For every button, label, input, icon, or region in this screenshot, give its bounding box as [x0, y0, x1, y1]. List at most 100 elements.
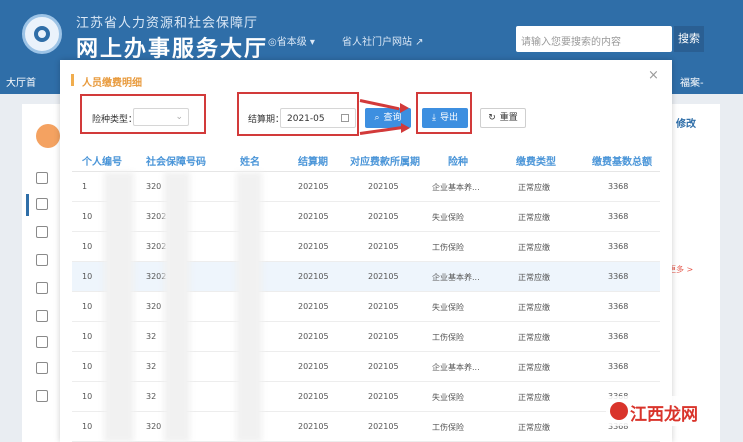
col-belong-period: 对应费款所属期: [350, 157, 420, 168]
download-icon: ⤓: [432, 113, 436, 123]
table-row[interactable]: 10 32 202105 202105 企业基本养... 正常应缴 3368: [72, 352, 660, 382]
col-settlement: 结算期: [298, 157, 328, 168]
table-cell-ssn: 32: [146, 362, 157, 371]
watermark: 江西龙网: [606, 396, 716, 426]
edit-link[interactable]: 修改: [676, 115, 696, 130]
table-cell-pay-type: 正常应缴: [518, 273, 550, 282]
nav-item-home[interactable]: 大厅首: [6, 74, 36, 89]
table-cell-ssn: 32: [146, 332, 157, 341]
portal-link[interactable]: 省人社门户网站 ↗: [342, 33, 424, 48]
table-cell-base: 3368: [608, 362, 629, 371]
calendar-icon: [341, 114, 349, 122]
table-cell-period: 202105: [298, 212, 329, 221]
search-button[interactable]: 搜索: [674, 26, 704, 52]
table-cell-belong: 202105: [368, 392, 399, 401]
table-cell-type: 企业基本养...: [432, 363, 480, 372]
table-cell-id: 10: [82, 272, 93, 281]
table-cell-id: 10: [82, 242, 93, 251]
table-cell-id: 10: [82, 422, 93, 431]
search-placeholder: 请输入您要搜索的内容: [521, 37, 621, 48]
payment-detail-modal: 人员缴费明细 × 险种类型： ⌄ 结算期： 2021-05 ⌕ 查询 ⤓ 导出 ↻ 重…: [60, 60, 672, 442]
refresh-icon: ↻: [488, 113, 496, 123]
watermark-text: 江西龙网: [630, 405, 698, 425]
settings-icon[interactable]: [36, 390, 48, 402]
settlement-period-input[interactable]: 2021-05: [280, 108, 356, 128]
table-row[interactable]: 1 320 202105 202105 企业基本养... 正常应缴 3368: [72, 172, 660, 202]
table-cell-ssn: 32: [146, 392, 157, 401]
modal-title: 人员缴费明细: [82, 78, 142, 89]
table-cell-base: 3368: [608, 242, 629, 251]
home-icon[interactable]: [36, 172, 48, 184]
table-cell-pay-type: 正常应缴: [518, 363, 550, 372]
col-base-total: 缴费基数总额: [592, 157, 652, 168]
table-cell-id: 10: [82, 302, 93, 311]
col-person-id: 个人编号: [82, 157, 122, 168]
table-cell-belong: 202105: [368, 182, 399, 191]
nav-item-last[interactable]: 福案-: [680, 74, 704, 89]
shield-icon[interactable]: [36, 226, 48, 238]
table-cell-type: 工伤保险: [432, 423, 464, 432]
region-selector[interactable]: ◎省本级 ▾: [268, 33, 315, 48]
site-title: 网上办事服务大厅: [76, 37, 269, 62]
annotation-arrowhead-2: [401, 123, 410, 133]
table-cell-belong: 202105: [368, 272, 399, 281]
table-cell-type: 企业基本养...: [432, 183, 480, 192]
logo-icon: [22, 14, 62, 54]
blur-mask-id: [104, 172, 134, 442]
table-cell-belong: 202105: [368, 242, 399, 251]
table-header: 个人编号 社会保障号码 姓名 结算期 对应费款所属期 险种 缴费类型 缴费基数总…: [72, 146, 660, 172]
table-cell-type: 失业保险: [432, 393, 464, 402]
col-ssn: 社会保障号码: [146, 157, 206, 168]
table-cell-base: 3368: [608, 272, 629, 281]
user-icon[interactable]: [36, 310, 48, 322]
table-cell-ssn: 320: [146, 302, 162, 311]
blur-mask-name: [236, 172, 262, 442]
table-row[interactable]: 10 320 202105 202105 工伤保险 正常应缴 3368: [72, 412, 660, 442]
export-button[interactable]: ⤓ 导出: [422, 108, 468, 128]
close-icon[interactable]: ×: [648, 68, 659, 83]
table-cell-period: 202105: [298, 332, 329, 341]
table-cell-belong: 202105: [368, 422, 399, 431]
org-name: 江苏省人力资源和社会保障厅: [76, 16, 259, 31]
table-cell-period: 202105: [298, 272, 329, 281]
table-cell-ssn: 320: [146, 182, 162, 191]
reset-button[interactable]: ↻ 重置: [480, 108, 526, 128]
table-cell-ssn: 320: [146, 422, 162, 431]
table-cell-id: 10: [82, 362, 93, 371]
table-cell-period: 202105: [298, 302, 329, 311]
table-cell-belong: 202105: [368, 362, 399, 371]
sidebar-active-indicator: [26, 194, 29, 216]
table-cell-period: 202105: [298, 362, 329, 371]
chart-icon[interactable]: [36, 362, 48, 374]
table-cell-id: 10: [82, 332, 93, 341]
table-cell-base: 3368: [608, 182, 629, 191]
col-insurance-type: 险种: [448, 157, 468, 168]
insurance-type-select[interactable]: ⌄: [133, 108, 189, 126]
site-header: 江苏省人力资源和社会保障厅 网上办事服务大厅 ◎省本级 ▾ 省人社门户网站 ↗ …: [0, 0, 743, 66]
table-row[interactable]: 10 3202 202105 202105 工伤保险 正常应缴 3368: [72, 232, 660, 262]
table-cell-base: 3368: [608, 332, 629, 341]
table-cell-period: 202105: [298, 182, 329, 191]
file-icon[interactable]: [36, 254, 48, 266]
table-cell-belong: 202105: [368, 212, 399, 221]
table-row[interactable]: 1032202105202105失业保险正常应缴3368: [72, 382, 660, 412]
table-row[interactable]: 10 32 202105 202105 工伤保险 正常应缴 3368: [72, 322, 660, 352]
table-cell-type: 工伤保险: [432, 333, 464, 342]
table-cell-id: 1: [82, 182, 88, 191]
truck-icon[interactable]: [36, 282, 48, 294]
search-input[interactable]: 请输入您要搜索的内容: [516, 26, 672, 52]
list-icon[interactable]: [36, 336, 48, 348]
table-row[interactable]: 10 3202 202105 202105 失业保险 正常应缴 3368: [72, 202, 660, 232]
avatar: [36, 124, 60, 148]
watermark-logo-icon: [610, 402, 628, 420]
blur-mask-ssn: [164, 172, 190, 442]
table-cell-base: 3368: [608, 302, 629, 311]
table-row[interactable]: 10 320 202105 202105 失业保险 正常应缴 3368: [72, 292, 660, 322]
table-cell-type: 工伤保险: [432, 243, 464, 252]
col-name: 姓名: [240, 157, 260, 168]
table-cell-pay-type: 正常应缴: [518, 243, 550, 252]
document-icon[interactable]: [36, 198, 48, 210]
table-cell-pay-type: 正常应缴: [518, 183, 550, 192]
table-row[interactable]: 10 3202 202105 202105 企业基本养... 正常应缴 3368: [72, 262, 660, 292]
title-accent-bar: [71, 74, 74, 86]
